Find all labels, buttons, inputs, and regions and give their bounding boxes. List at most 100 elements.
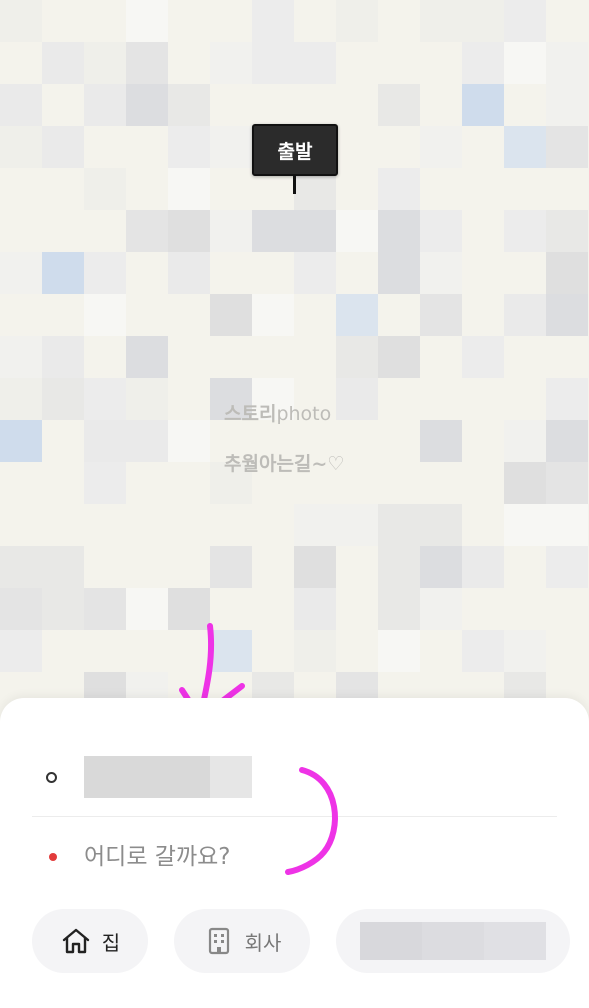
map-tile xyxy=(546,378,588,420)
map-tile xyxy=(336,378,378,420)
origin-field[interactable] xyxy=(84,756,252,798)
map-tile xyxy=(378,84,420,126)
map-tile xyxy=(504,420,546,462)
map-tile xyxy=(504,504,546,546)
map-tile xyxy=(462,42,504,84)
map-tile xyxy=(462,630,504,672)
map-tile xyxy=(0,252,42,294)
map-tile xyxy=(84,588,126,630)
map-tile xyxy=(42,126,84,168)
map-tile xyxy=(336,0,378,42)
map-tile xyxy=(168,84,210,126)
map-tile xyxy=(420,252,462,294)
watermark-text: 스토리 xyxy=(224,403,277,425)
map-tile xyxy=(0,546,42,588)
start-marker[interactable]: 출발 xyxy=(252,124,338,194)
map-tiles xyxy=(0,0,589,720)
map-tile xyxy=(210,42,252,84)
map-tile xyxy=(420,126,462,168)
map-tile xyxy=(546,630,588,672)
map-tile xyxy=(504,84,546,126)
map-tile xyxy=(252,294,294,336)
map-tile xyxy=(546,462,588,504)
map-tile xyxy=(546,84,588,126)
map-tile xyxy=(42,546,84,588)
map-tile xyxy=(378,252,420,294)
map-tile xyxy=(0,630,42,672)
map-tile xyxy=(336,210,378,252)
map-tile xyxy=(0,420,42,462)
home-icon xyxy=(62,928,89,954)
map-tile xyxy=(336,336,378,378)
map-tile xyxy=(462,84,504,126)
map-tile xyxy=(504,126,546,168)
map-tile xyxy=(126,84,168,126)
map-tile xyxy=(462,0,504,42)
map-tile xyxy=(84,168,126,210)
map-tile xyxy=(294,630,336,672)
map-tile xyxy=(126,378,168,420)
map-tile xyxy=(546,210,588,252)
map-tile xyxy=(546,546,588,588)
map-tile xyxy=(546,294,588,336)
map-tile xyxy=(210,126,252,168)
map-tile xyxy=(168,126,210,168)
map-tile xyxy=(294,588,336,630)
map-tile xyxy=(378,504,420,546)
map-tile xyxy=(504,0,546,42)
map-tile xyxy=(126,42,168,84)
map-tile xyxy=(168,210,210,252)
map-tile xyxy=(42,252,84,294)
map-tile xyxy=(462,420,504,462)
start-marker-stem xyxy=(293,176,296,194)
saved-place-button[interactable] xyxy=(336,909,570,973)
map-tile xyxy=(126,0,168,42)
map-tile xyxy=(84,84,126,126)
map-tile xyxy=(420,42,462,84)
map-tile xyxy=(210,546,252,588)
watermark-suffix: photo xyxy=(276,403,332,425)
map-view[interactable]: 출발 스토리photo 추월아는길~♡ xyxy=(0,0,589,720)
map-tile xyxy=(252,252,294,294)
work-shortcut-button[interactable]: 회사 xyxy=(174,909,310,973)
map-tile xyxy=(420,420,462,462)
map-tile xyxy=(420,546,462,588)
map-tile xyxy=(504,210,546,252)
map-tile xyxy=(546,252,588,294)
map-tile xyxy=(336,504,378,546)
map-tile xyxy=(126,546,168,588)
map-tile xyxy=(42,336,84,378)
map-tile xyxy=(252,42,294,84)
map-tile xyxy=(126,210,168,252)
saved-place-label xyxy=(360,922,546,960)
building-icon xyxy=(208,927,229,955)
map-tile xyxy=(0,336,42,378)
map-tile xyxy=(0,126,42,168)
map-tile xyxy=(546,126,588,168)
map-tile xyxy=(210,252,252,294)
map-tile xyxy=(462,546,504,588)
map-tile xyxy=(294,252,336,294)
origin-dot-icon xyxy=(46,772,57,783)
map-tile xyxy=(504,462,546,504)
map-tile xyxy=(546,420,588,462)
map-tile xyxy=(210,294,252,336)
map-tile xyxy=(84,294,126,336)
map-tile xyxy=(84,252,126,294)
map-tile xyxy=(378,294,420,336)
home-shortcut-button[interactable]: 집 xyxy=(32,909,148,973)
map-tile xyxy=(168,420,210,462)
map-tile xyxy=(42,588,84,630)
map-tile xyxy=(252,210,294,252)
destination-dot-icon xyxy=(49,853,57,861)
map-tile xyxy=(294,42,336,84)
start-marker-label: 출발 xyxy=(252,124,338,176)
map-tile xyxy=(210,84,252,126)
map-tile xyxy=(0,588,42,630)
map-tile xyxy=(378,168,420,210)
map-tile xyxy=(336,294,378,336)
map-tile xyxy=(462,210,504,252)
map-tile xyxy=(0,378,42,420)
map-tile xyxy=(504,294,546,336)
map-tile xyxy=(420,294,462,336)
